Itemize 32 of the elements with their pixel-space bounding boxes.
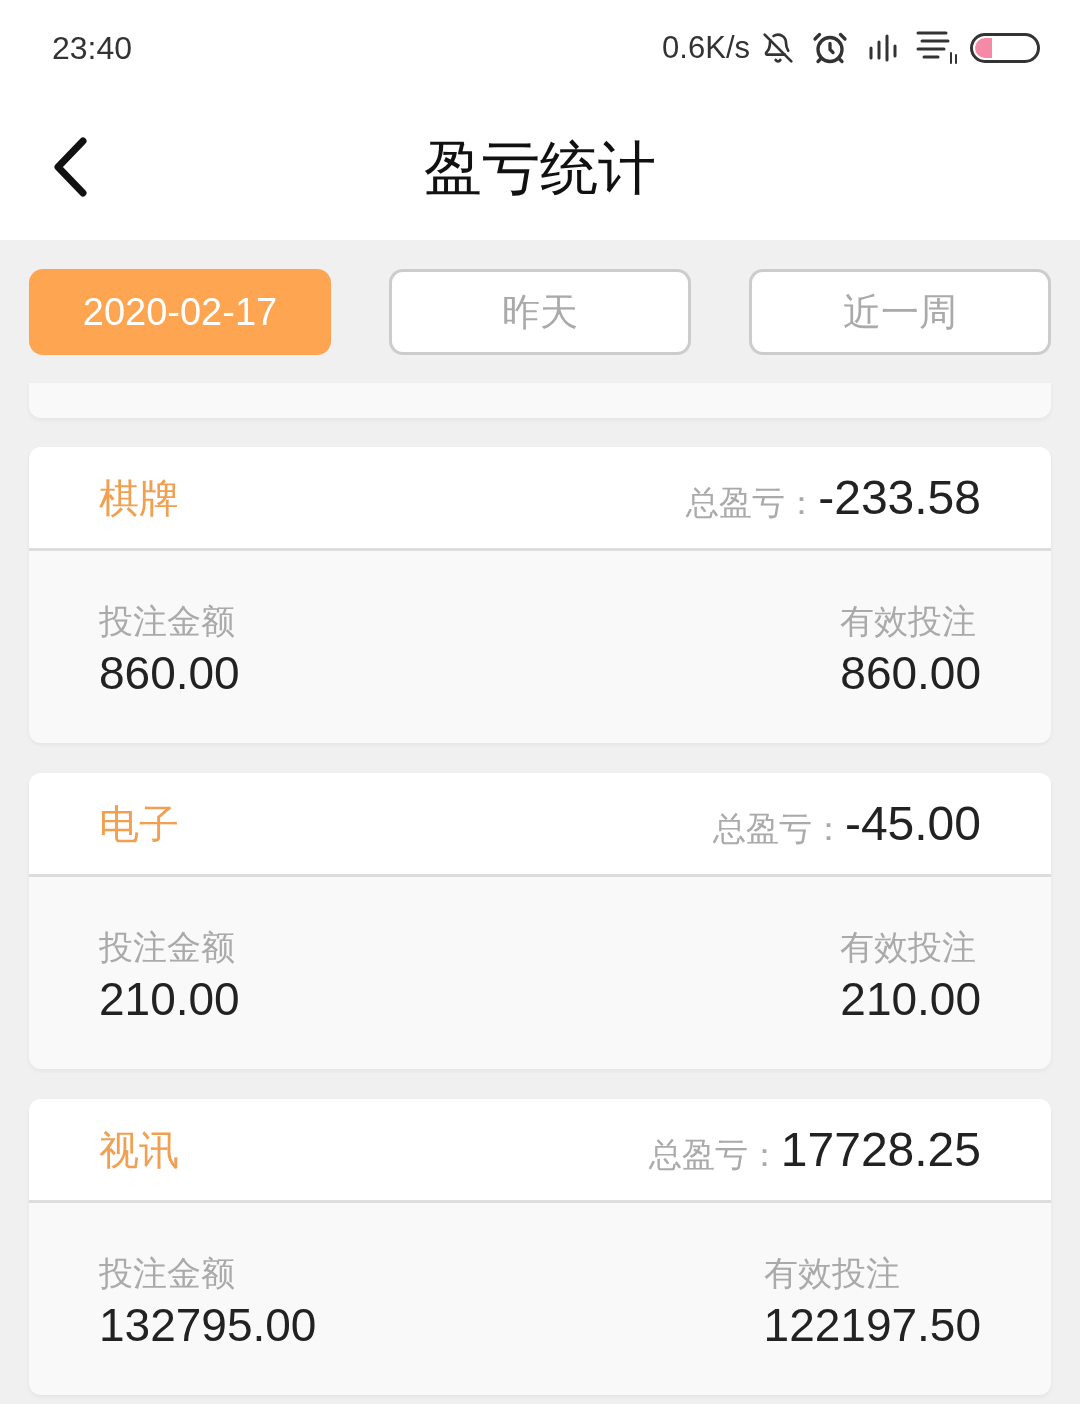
date-range-tab[interactable]: 2020-02-17 xyxy=(29,269,331,355)
stat-label: 投注金额 xyxy=(99,1253,236,1293)
stat-label: 投注金额 xyxy=(99,927,236,967)
total-value: -45.00 xyxy=(844,799,981,848)
stat-label: 有效投注 xyxy=(840,601,978,641)
status-time: 23:40 xyxy=(52,31,133,64)
category-title: 棋牌 xyxy=(99,477,179,518)
category-title: 视讯 xyxy=(99,1129,179,1170)
stat-label: 投注金额 xyxy=(99,601,236,641)
date-range-tab[interactable]: 昨天 xyxy=(389,269,691,355)
back-chevron-icon xyxy=(52,137,88,197)
stat-value: 210.00 xyxy=(99,973,240,1025)
stat-label: 有效投注 xyxy=(840,927,978,967)
stat-value: 860.00 xyxy=(99,647,240,699)
stat-value: 122197.50 xyxy=(763,1299,981,1351)
category-title: 电子 xyxy=(99,803,179,844)
stat-value: 860.00 xyxy=(840,647,981,699)
total-value: -233.58 xyxy=(818,473,981,522)
stat-value: 210.00 xyxy=(840,973,981,1025)
network-speed: 0.6K/s xyxy=(662,32,750,63)
bell-off-icon xyxy=(762,31,794,64)
total-label: 总盈亏： xyxy=(686,485,819,519)
stat-label: 有效投注 xyxy=(763,1253,901,1293)
total-label: 总盈亏： xyxy=(648,1137,781,1171)
signal-bars-icon xyxy=(868,33,898,62)
total-value: 17728.25 xyxy=(780,1125,981,1174)
date-range-tab[interactable]: 近一周 xyxy=(749,269,1051,355)
battery-icon xyxy=(970,32,1040,63)
stat-value: 132795.00 xyxy=(99,1299,317,1351)
data-lines-icon xyxy=(916,30,958,65)
total-label: 总盈亏： xyxy=(712,811,845,845)
page-title: 盈亏统计 xyxy=(424,138,656,197)
